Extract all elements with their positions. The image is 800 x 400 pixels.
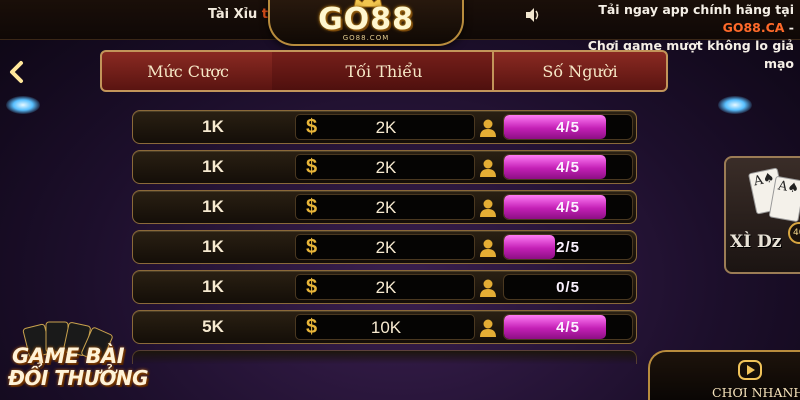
room-list: 1K $ 2K 4/5 1K $ 2K 4/5 1K $ 2K 4/5 1K $… — [132, 110, 637, 350]
quick-play-button[interactable]: CHƠI NHANH — [648, 350, 800, 400]
ticker-right-post: - — [784, 20, 794, 35]
player-progress: 4/5 — [503, 194, 633, 220]
minimum-box: $ 2K — [295, 114, 475, 140]
user-icon — [480, 159, 496, 177]
dollar-icon: $ — [306, 156, 318, 178]
user-icon — [480, 199, 496, 217]
speaker-icon[interactable] — [524, 6, 542, 24]
ticker-left: Tài Xỉu th — [208, 7, 277, 22]
table-row[interactable]: 1K $ 2K 4/5 — [132, 190, 637, 224]
back-arrow-icon — [10, 61, 23, 83]
promo-line1: GAME BÀI — [12, 344, 125, 368]
player-progress: 4/5 — [503, 154, 633, 180]
minimum-value: 10K — [370, 318, 402, 337]
table-row[interactable]: 1K $ 2K 4/5 — [132, 110, 637, 144]
bet-value: 1K — [202, 237, 224, 256]
table-row[interactable]: 5K $ 10K 4/5 — [132, 310, 637, 344]
table-row[interactable]: 1K $ 2K 2/5 — [132, 230, 637, 264]
minimum-box: $ 2K — [295, 234, 475, 260]
play-icon — [738, 360, 762, 380]
logo-name: GO88 — [318, 2, 414, 37]
promo-line2: ĐỔI THƯỞNG — [8, 366, 149, 390]
game-card-xi-dach[interactable]: A♠ A♠ XÌ Dz — [724, 156, 800, 274]
bet-value: 1K — [202, 197, 224, 216]
minimum-value: 2K — [375, 238, 397, 257]
player-progress: 4/5 — [503, 314, 633, 340]
minimum-value: 2K — [375, 278, 397, 297]
dollar-icon: $ — [306, 316, 318, 338]
user-icon — [480, 319, 496, 337]
minimum-box: $ 2K — [295, 274, 475, 300]
column-header-bet-label: Mức Cược — [147, 61, 229, 81]
ticker-left-text: Tài Xỉu — [208, 7, 258, 22]
user-icon — [480, 239, 496, 257]
stage-light-left — [6, 96, 40, 114]
player-count: 4/5 — [556, 159, 580, 176]
player-count: 4/5 — [556, 319, 580, 336]
promo-logo: GAME BÀI ĐỔI THƯỞNG — [0, 318, 160, 400]
column-header-bet[interactable]: Mức Cược — [100, 50, 276, 92]
minimum-value: 2K — [375, 118, 397, 137]
player-count: 2/5 — [556, 239, 580, 256]
dollar-icon: $ — [306, 196, 318, 218]
column-header-minimum-label: Tối Thiểu — [345, 61, 423, 81]
user-icon — [480, 279, 496, 297]
player-count: 4/5 — [556, 119, 580, 136]
bet-value: 1K — [202, 117, 224, 136]
minimum-box: $ 2K — [295, 194, 475, 220]
player-progress: 4/5 — [503, 114, 633, 140]
user-icon — [480, 119, 496, 137]
player-progress: 2/5 — [503, 234, 633, 260]
table-row[interactable]: 1K $ 2K 4/5 — [132, 150, 637, 184]
minimum-box: $ 2K — [295, 154, 475, 180]
quick-play-label: CHƠI NHANH — [712, 385, 800, 400]
column-header-players[interactable]: Số Người — [492, 50, 668, 92]
ticker-site-link[interactable]: GO88.CA — [723, 20, 785, 35]
column-header-minimum[interactable]: Tối Thiểu — [272, 50, 496, 92]
stage-light-right — [718, 96, 752, 114]
bet-value: 1K — [202, 157, 224, 176]
logo-domain: GO88.COM — [342, 34, 390, 42]
ticker-right-pre: Tải ngay app chính hãng tại — [598, 2, 794, 17]
player-count: 4/5 — [556, 199, 580, 216]
player-progress: 0/5 — [503, 274, 633, 300]
back-button[interactable] — [6, 60, 28, 84]
column-header-players-label: Số Người — [542, 61, 618, 81]
ticker-right-line1: Tải ngay app chính hãng tại GO88.CA - — [560, 1, 794, 37]
dollar-icon: $ — [306, 116, 318, 138]
dollar-icon: $ — [306, 276, 318, 298]
player-count: 0/5 — [556, 279, 580, 296]
partial-row — [132, 350, 637, 364]
dollar-icon: $ — [306, 236, 318, 258]
minimum-value: 2K — [375, 198, 397, 217]
minimum-value: 2K — [375, 158, 397, 177]
game-card-title: XÌ Dz — [730, 232, 782, 252]
bet-value: 1K — [202, 277, 224, 296]
table-row[interactable]: 1K $ 2K 0/5 — [132, 270, 637, 304]
brand-logo: GO88 GO88.COM — [268, 0, 464, 46]
minimum-box: $ 10K — [295, 314, 475, 340]
